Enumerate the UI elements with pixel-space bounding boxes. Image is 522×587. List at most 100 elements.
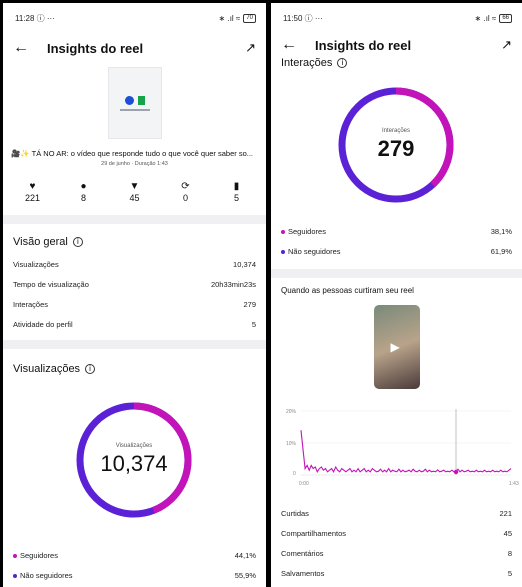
- y-tick-label: 0: [293, 471, 296, 477]
- header: ← Insights do reel ↗: [3, 33, 266, 63]
- stat-item: ♥ 221: [13, 181, 53, 203]
- row-label: Atividade do perfil: [13, 320, 73, 329]
- row-label-text: Visualizações: [13, 259, 59, 269]
- row-label: Tempo de visualização: [13, 280, 89, 289]
- list-item: Visualizações 10,374: [3, 254, 266, 274]
- row-label-text: Interações: [13, 299, 49, 309]
- legend-dot-icon: [281, 229, 285, 234]
- views-legend: Seguidores 44,1% Não seguidores 55,9%: [3, 545, 266, 585]
- row-label: Seguidores: [281, 227, 326, 236]
- repost-icon: ⟳: [181, 181, 190, 192]
- overview-list: Visualizações 10,374 Tempo de visualização…: [3, 254, 266, 334]
- row-label-text: Tempo de visualização: [13, 279, 89, 289]
- divider: [3, 340, 266, 349]
- stats-row: ♥ 221 ● 8 ▼ 45 ⟳ 0 ▮ 5: [3, 181, 266, 203]
- comment-icon: ●: [80, 181, 87, 192]
- interactions-donut: Interações 279: [338, 87, 454, 203]
- reel-thumbnail[interactable]: [107, 67, 162, 139]
- stat-value: 45: [129, 193, 140, 203]
- back-arrow-icon[interactable]: ←: [13, 39, 35, 57]
- left-screen: 11:28 ⓘ ··· ∗ .ıl ≈70 ← Insights do reel…: [3, 3, 266, 587]
- list-item: Não seguidores 55,9%: [3, 565, 266, 585]
- battery-icon: 70: [243, 13, 256, 23]
- row-label-text: Comentários: [281, 548, 324, 558]
- logo-shape: [137, 95, 145, 105]
- signal-icons: ∗ .ıl ≈: [218, 13, 241, 23]
- status-time: 11:50 ⓘ ···: [283, 13, 323, 23]
- status-time: 11:28 ⓘ ···: [15, 13, 55, 23]
- list-item: Seguidores 44,1%: [3, 545, 266, 565]
- row-label-text: Não seguidores: [288, 246, 341, 256]
- row-value: 10,374: [233, 259, 256, 269]
- likes-title: Quando as pessoas curtiram seu reel: [281, 286, 414, 295]
- y-tick-label: 20%: [286, 409, 297, 415]
- row-label-text: Seguidores: [20, 550, 58, 560]
- interactions-title: Interações i: [271, 57, 522, 69]
- donut-label: Visualizações: [116, 443, 153, 449]
- heart-icon: ♥: [29, 181, 36, 192]
- back-arrow-icon[interactable]: ←: [281, 36, 303, 54]
- row-label-text: Curtidas: [281, 508, 309, 518]
- row-label-text: Não seguidores: [20, 570, 73, 580]
- list-item: Compartilhamentos 45: [271, 523, 522, 543]
- share-icon: ▼: [129, 181, 140, 192]
- row-label-text: Compartilhamentos: [281, 528, 347, 538]
- list-item: Seguidores 38,1%: [271, 221, 522, 241]
- row-value: 61,9%: [490, 246, 512, 256]
- donut-value: 279: [378, 136, 415, 161]
- legend-dot-icon: [281, 249, 285, 254]
- info-icon[interactable]: i: [337, 58, 348, 68]
- row-value: 5: [507, 568, 512, 578]
- row-value: 5: [251, 319, 256, 329]
- stat-item: ● 8: [64, 181, 104, 203]
- row-label: Visualizações: [13, 260, 59, 269]
- stat-value: 0: [182, 193, 188, 203]
- row-label: Comentários: [281, 549, 324, 558]
- divider: [3, 215, 266, 224]
- x-tick-label: 1:43: [509, 481, 519, 487]
- donut-value: 10,374: [100, 451, 167, 476]
- x-tick-label: 0:00: [299, 481, 309, 487]
- trend-icon[interactable]: ↗: [501, 37, 512, 53]
- y-tick-label: 10%: [286, 441, 297, 447]
- row-value: 20h33min23s: [210, 279, 256, 289]
- save-icon: ▮: [233, 181, 240, 192]
- list-item: Atividade do perfil 5: [3, 314, 266, 334]
- row-label: Seguidores: [13, 551, 58, 560]
- page-title: Insights do reel: [315, 37, 412, 53]
- list-item: Não seguidores 61,9%: [271, 241, 522, 261]
- list-item: Tempo de visualização 20h33min23s: [3, 274, 266, 294]
- engagement-list: Curtidas 221 Compartilhamentos 45 Comentário…: [271, 503, 522, 583]
- stat-value: 221: [24, 193, 41, 203]
- page-title: Insights do reel: [47, 40, 144, 56]
- overview-title: Visão geral i: [3, 236, 266, 248]
- row-value: 38,1%: [490, 226, 512, 236]
- likes-chart: 20% 10% 0 0:00 1:43: [286, 409, 519, 487]
- row-value: 44,1%: [234, 550, 256, 560]
- row-label: Interações: [13, 300, 48, 309]
- scrub-dot[interactable]: [453, 469, 459, 475]
- play-icon: ▶: [390, 340, 400, 354]
- stat-value: 8: [80, 193, 86, 203]
- list-item: Comentários 8: [271, 543, 522, 563]
- list-item: Salvamentos 5: [271, 563, 522, 583]
- row-label: Compartilhamentos: [281, 529, 346, 538]
- list-item: Curtidas 221: [271, 503, 522, 523]
- info-icon[interactable]: i: [72, 237, 83, 247]
- series-line: [300, 430, 512, 473]
- donut-label: Interações: [382, 128, 410, 134]
- views-title: Visualizações i: [3, 363, 266, 375]
- views-donut: Visualizações 10,374: [76, 402, 192, 518]
- trend-icon[interactable]: ↗: [245, 40, 256, 56]
- row-label: Salvamentos: [281, 569, 324, 578]
- divider: [271, 269, 522, 278]
- interactions-legend: Seguidores 38,1% Não seguidores 61,9%: [271, 221, 522, 261]
- row-value: 279: [243, 299, 256, 309]
- stat-item: ▮ 5: [217, 181, 257, 203]
- battery-icon: 66: [499, 13, 512, 23]
- row-value: 221: [499, 508, 512, 518]
- row-label: Não seguidores: [13, 571, 73, 580]
- reel-preview[interactable]: ▶: [373, 305, 420, 389]
- right-screen: 11:50 ⓘ ··· ∗ .ıl ≈66 ← Insights do reel…: [271, 3, 522, 587]
- info-icon[interactable]: i: [85, 364, 96, 374]
